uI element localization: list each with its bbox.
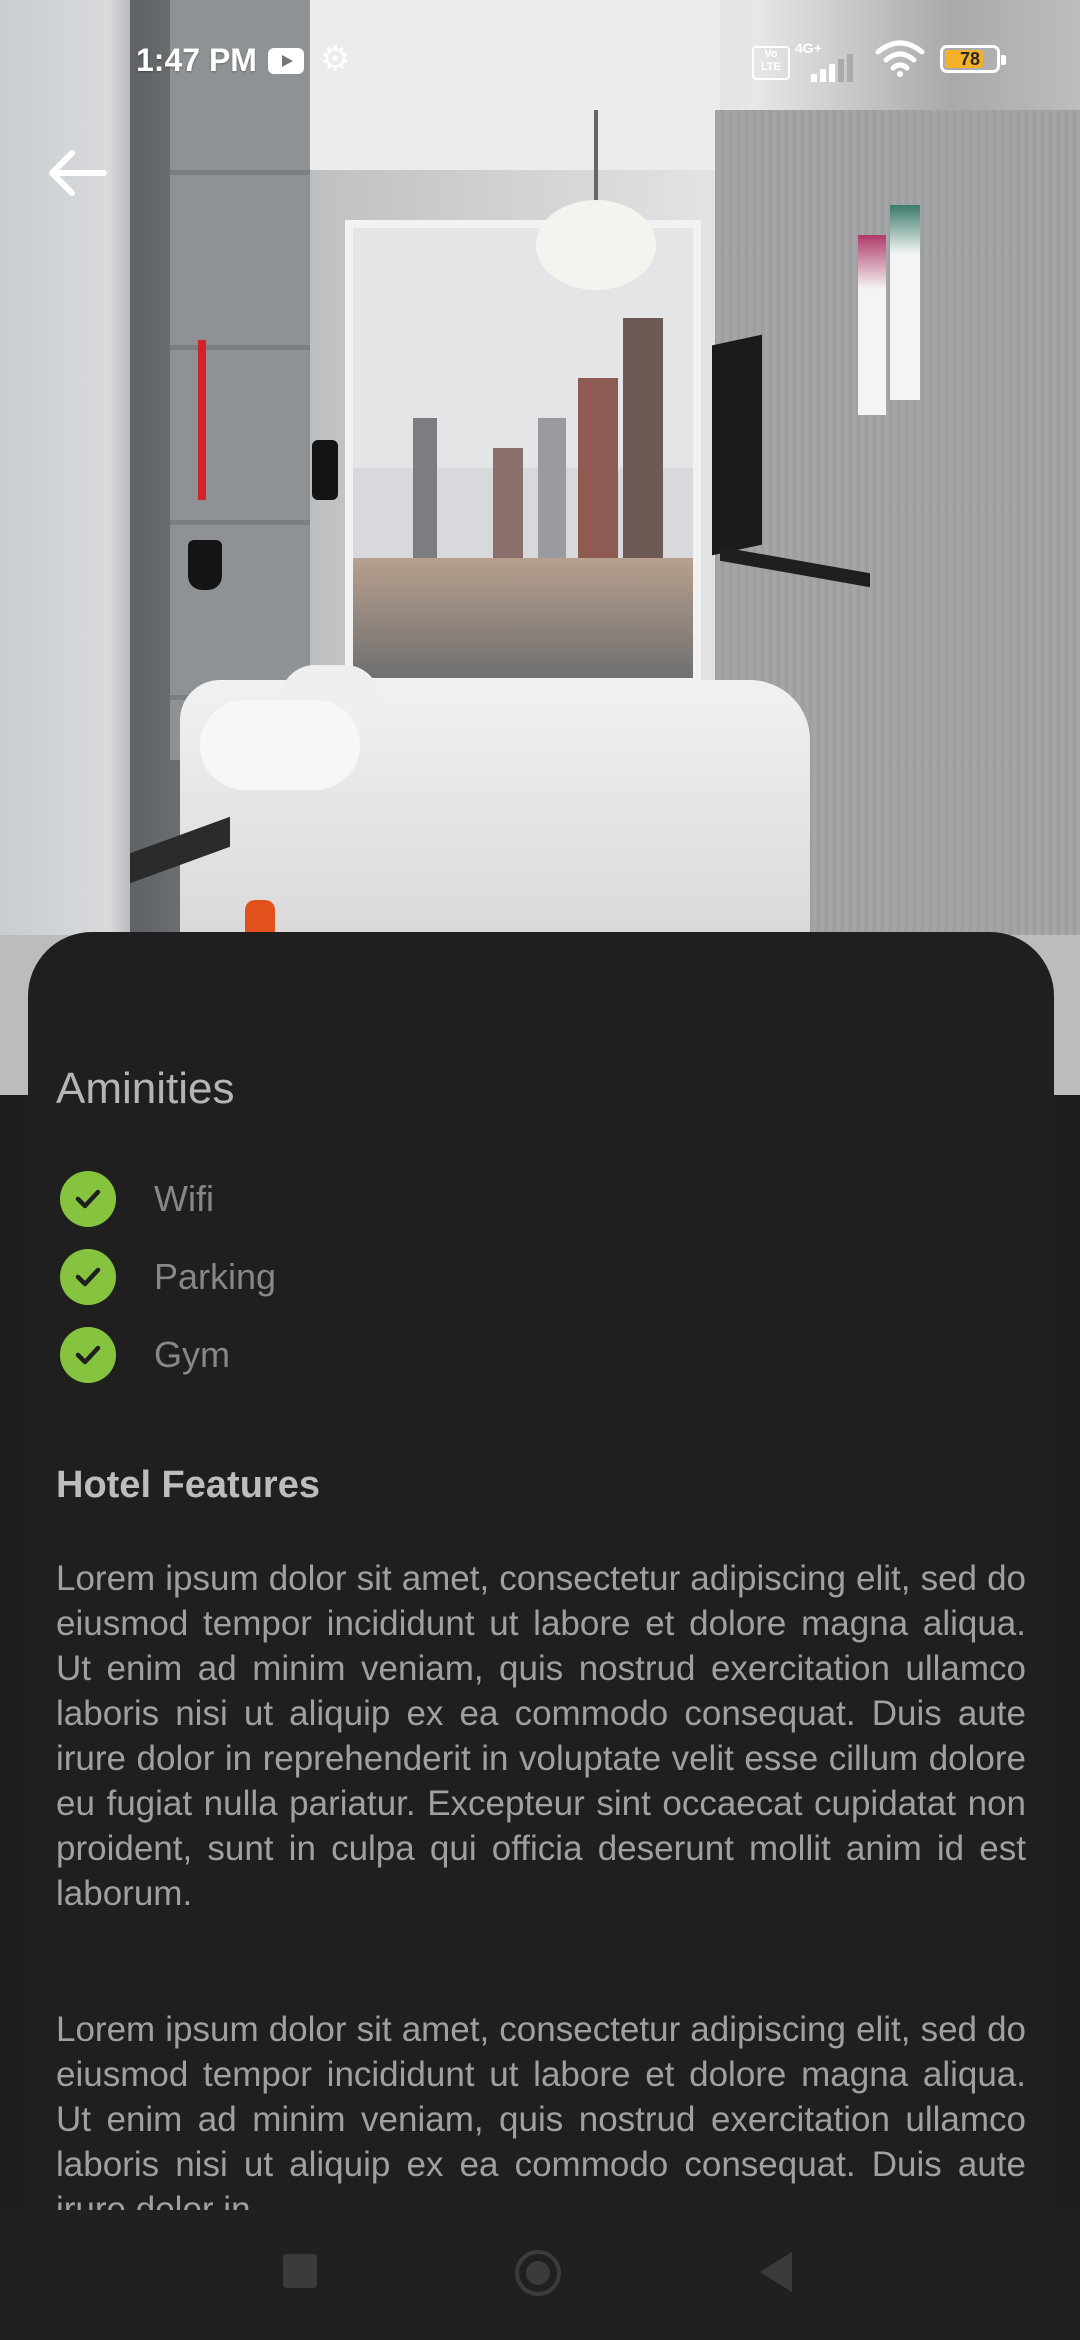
red-accent xyxy=(198,340,206,500)
hotel-features-title: Hotel Features xyxy=(56,1464,320,1506)
back-arrow-icon[interactable] xyxy=(44,148,110,198)
amenity-label: Parking xyxy=(154,1256,277,1297)
home-circle-icon[interactable] xyxy=(515,2250,561,2296)
status-time: 1:47 PM xyxy=(136,42,257,78)
hotel-features-paragraph: Lorem ipsum dolor sit amet, consectetur … xyxy=(56,2010,1026,2222)
wall-art xyxy=(858,235,886,415)
check-circle-icon xyxy=(60,1171,116,1227)
details-card: Aminities Wifi Parking Gym Hotel Feature… xyxy=(28,932,1054,2222)
amenities-list: Wifi Parking Gym xyxy=(60,1160,276,1394)
wall-lamp xyxy=(312,440,338,500)
battery-percent: 78 xyxy=(959,49,981,69)
volte-icon: Vo LTE xyxy=(752,46,790,80)
amenity-item: Parking xyxy=(60,1238,276,1316)
check-circle-icon xyxy=(60,1327,116,1383)
system-nav-bar xyxy=(0,2210,1080,2340)
headboard-panels xyxy=(170,0,310,760)
battery-icon: 78 xyxy=(940,45,1006,73)
window-view xyxy=(345,220,701,686)
pendant-lamp xyxy=(536,200,656,290)
status-bar: 1:47 PM ⚙ Vo LTE 4G+ 78 xyxy=(0,30,1080,94)
room-photo xyxy=(0,0,1080,1095)
tv xyxy=(712,334,762,556)
amenity-item: Wifi xyxy=(60,1160,276,1238)
signal-icon: 4G+ xyxy=(795,40,865,82)
check-circle-icon xyxy=(60,1249,116,1305)
pillow xyxy=(200,700,360,790)
amenity-label: Wifi xyxy=(154,1178,214,1219)
amenities-title: Aminities xyxy=(56,1064,235,1113)
amenity-label: Gym xyxy=(154,1334,230,1375)
back-triangle-icon[interactable] xyxy=(760,2252,792,2292)
hotel-features-paragraph: Lorem ipsum dolor sit amet, consectetur … xyxy=(56,1559,1026,1913)
wall-art xyxy=(890,205,920,400)
wall-lamp xyxy=(188,540,222,590)
wifi-icon xyxy=(875,40,925,77)
amenity-item: Gym xyxy=(60,1316,276,1394)
youtube-icon xyxy=(268,48,304,74)
gear-icon: ⚙ xyxy=(320,40,351,78)
recents-square-icon[interactable] xyxy=(283,2254,317,2288)
